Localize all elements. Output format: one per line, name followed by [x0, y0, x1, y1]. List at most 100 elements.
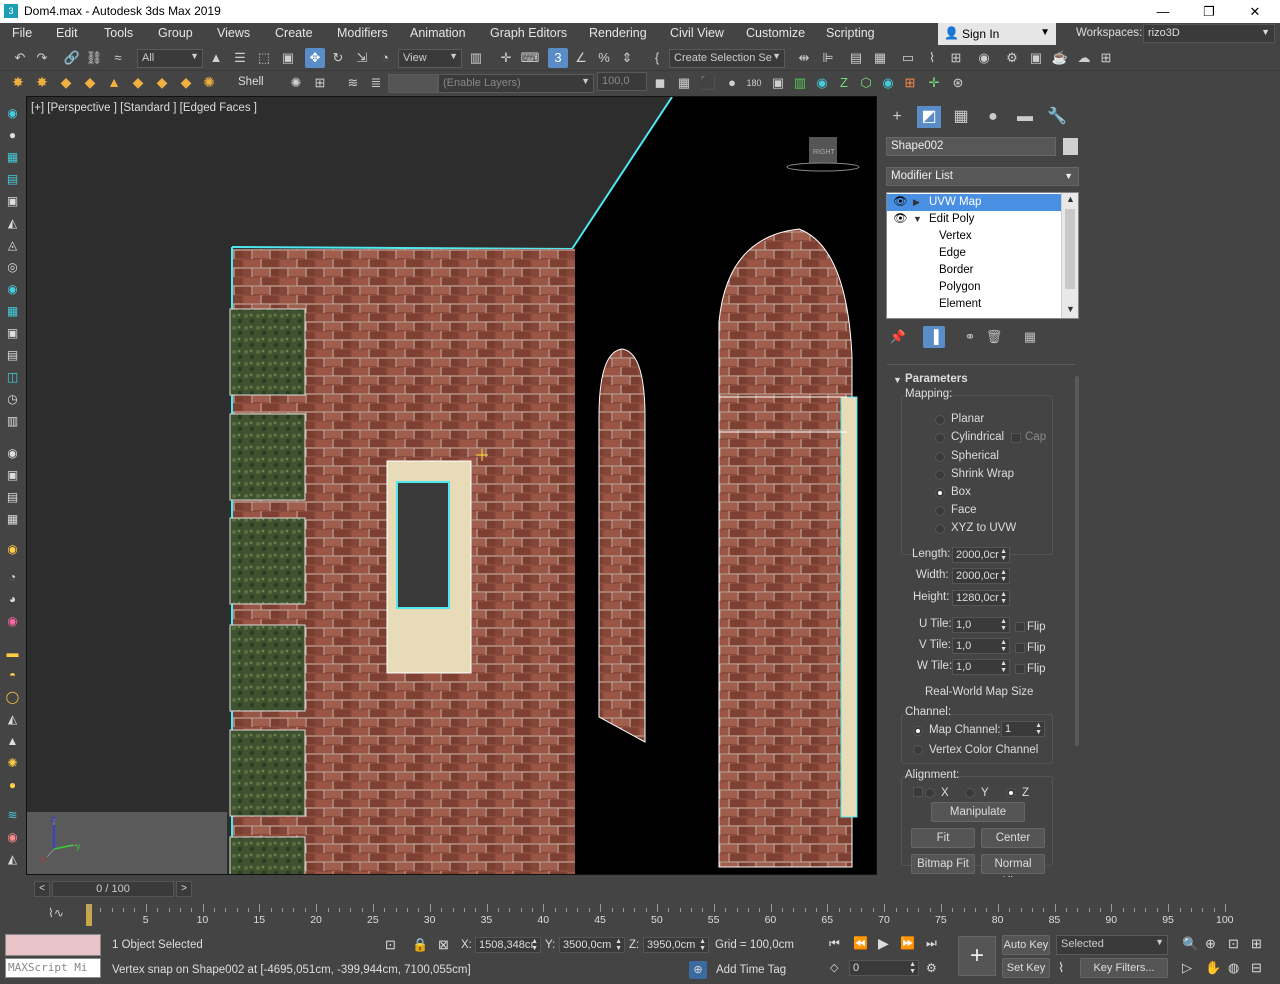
tool-icon[interactable]: ▦ [4, 149, 21, 166]
zoom-extents-all-icon[interactable]: ⊞ [1251, 936, 1262, 952]
perspective-viewport[interactable]: RIGHT z y x [+] [Perspective ] [Standard… [26, 96, 877, 875]
tool-icon[interactable]: ≋ [4, 807, 21, 824]
chevron-up-icon[interactable]: ▲ [1066, 194, 1075, 204]
display-tab[interactable]: ▬ [1013, 106, 1037, 128]
place-icon[interactable]: ◔ [375, 48, 395, 68]
y-coordinate-field[interactable]: 3500,0cm ▲ ▼ [559, 937, 625, 953]
key-mode-dropdown[interactable]: Selected ▼ [1056, 935, 1168, 955]
absolute-mode-icon[interactable]: ⊠ [438, 937, 449, 953]
spinner-arrows-icon[interactable]: ▲ ▼ [615, 938, 622, 952]
modeling-icon[interactable]: ✸ [9, 73, 27, 91]
stack-item-edit-poly[interactable]: 👁 ▼ Edit Poly [887, 211, 1061, 228]
radio-shrink-wrap[interactable] [935, 470, 945, 480]
next-key-icon[interactable]: ⏩ [900, 936, 915, 950]
spinner-arrows-icon[interactable]: ▲ ▼ [699, 938, 706, 952]
redo-icon[interactable]: ↷ [32, 48, 52, 68]
layer-manager-icon[interactable]: ≣ [366, 73, 386, 93]
object-name-field[interactable]: Shape002 [886, 137, 1056, 156]
center-button[interactable]: Center [981, 828, 1045, 848]
menu-civil-view[interactable]: Civil View [670, 26, 724, 40]
menu-graph-editors[interactable]: Graph Editors [490, 26, 567, 40]
expand-icon[interactable]: ▶ [913, 194, 920, 211]
maximize-icon[interactable]: ❐ [1186, 0, 1232, 23]
spinner-arrows-icon[interactable]: ▲ ▼ [1000, 639, 1007, 653]
percent-snap-icon[interactable]: % [594, 48, 614, 68]
render-cloud-icon[interactable]: ☁ [1074, 48, 1094, 68]
reference-coord-dropdown[interactable]: View ▼ [398, 49, 462, 68]
tool-icon[interactable]: ◉ [4, 829, 21, 846]
menu-tools[interactable]: Tools [104, 26, 133, 40]
tool-icon[interactable]: ● [4, 777, 21, 794]
create-tab[interactable]: + [885, 106, 909, 128]
zoom-all-icon[interactable]: ⊕ [1205, 936, 1216, 952]
stack-item-edge[interactable]: Edge [887, 245, 1061, 262]
named-selection-dropdown[interactable]: Create Selection Se ▼ [669, 49, 785, 68]
tool-icon[interactable]: ▣ [4, 467, 21, 484]
object-paint-icon[interactable]: ◆ [81, 73, 99, 91]
bind-space-warp-icon[interactable]: ≈ [108, 48, 128, 68]
tool-icon-11[interactable]: ◉ [878, 73, 898, 93]
maximize-viewport-icon[interactable]: ⊟ [1251, 960, 1262, 976]
spinner-snap-icon[interactable]: ⇕ [617, 48, 637, 68]
make-unique-icon[interactable]: ⚭ [959, 326, 981, 348]
unlink-icon[interactable]: ⛓ [84, 48, 104, 68]
current-frame-field[interactable]: 0 ▲ ▼ [849, 960, 919, 976]
modifier-stack[interactable]: 👁 ▶ UVW Map 👁 ▼ Edit Poly Vertex Edge Bo… [886, 192, 1079, 319]
maxscript-output[interactable] [5, 934, 101, 956]
spinner-arrows-icon[interactable]: ▲ ▼ [1000, 591, 1007, 605]
menu-scripting[interactable]: Scripting [826, 26, 875, 40]
align-icon[interactable]: ⊫ [818, 48, 838, 68]
go-to-end-icon[interactable]: ⏭ [926, 936, 937, 951]
scene-explorer-icon[interactable]: ▤ [846, 48, 866, 68]
menu-rendering[interactable]: Rendering [589, 26, 647, 40]
prev-key-icon[interactable]: ⏪ [853, 936, 868, 950]
tool-icon[interactable]: ▲ [4, 733, 21, 750]
utilities-tab[interactable]: 🔧 [1045, 106, 1069, 128]
tool-icon[interactable]: ◉ [4, 445, 21, 462]
manipulate-button[interactable]: Manipulate [931, 802, 1025, 822]
radio-box[interactable] [935, 488, 945, 498]
tool-icon-1[interactable]: ◼ [650, 73, 670, 93]
curve-editor-icon[interactable]: ⌇ [922, 48, 942, 68]
tool-icon-14[interactable]: ⊛ [948, 73, 968, 93]
modifier-list-dropdown[interactable]: Modifier List ▼ [886, 167, 1079, 186]
radio-align-z[interactable] [1006, 788, 1016, 798]
minimize-icon[interactable]: — [1140, 0, 1186, 23]
menu-create[interactable]: Create [275, 26, 313, 40]
radio-align-y[interactable] [965, 788, 975, 798]
keyboard-shortcut-icon[interactable]: ⌨ [520, 48, 540, 68]
spinner-arrows-icon[interactable]: ▲ ▼ [1000, 660, 1007, 674]
tool-icon[interactable]: ◷ [4, 391, 21, 408]
stack-item-uvw-map[interactable]: 👁 ▶ UVW Map [887, 194, 1061, 211]
tool-icon[interactable]: ◭ [4, 215, 21, 232]
snap-toggle-icon[interactable]: 3 [548, 48, 568, 68]
tool-icon[interactable]: ◭ [4, 851, 21, 868]
v-flip-checkbox[interactable] [1015, 643, 1025, 653]
fit-button[interactable]: Fit [911, 828, 975, 848]
motion-tab[interactable]: ● [981, 106, 1005, 128]
tool-icon[interactable]: ◉ [4, 105, 21, 122]
render-frame-icon[interactable]: ▣ [1026, 48, 1046, 68]
pan-icon[interactable]: ✋ [1205, 960, 1221, 976]
collapse-icon[interactable]: ▼ [913, 211, 922, 228]
stack-scrollbar[interactable]: ▲ ▼ [1061, 193, 1078, 318]
mirror-icon[interactable]: ⇹ [794, 48, 814, 68]
maxscript-input[interactable]: MAXScript Mi [5, 958, 101, 978]
tool-icon[interactable]: ▦ [4, 511, 21, 528]
spinner-arrows-icon[interactable]: ▲ ▼ [1035, 722, 1042, 736]
freeform-icon[interactable]: ✸ [33, 73, 51, 91]
tool-icon[interactable]: ✺ [4, 755, 21, 772]
zoom-extents-icon[interactable]: ⊡ [1228, 936, 1239, 952]
cap-checkbox[interactable] [1011, 433, 1021, 443]
bitmap-fit-button[interactable]: Bitmap Fit [911, 854, 975, 874]
key-mode-icon[interactable]: ◇ [830, 961, 838, 974]
play-icon[interactable]: ▶ [878, 935, 889, 952]
vtile-spinner[interactable]: 1,0 ▲ ▼ [952, 638, 1010, 654]
menu-views[interactable]: Views [217, 26, 250, 40]
radio-vertex-color[interactable] [913, 745, 923, 755]
tool-icon-2[interactable]: ▦ [674, 73, 694, 93]
tool-icon[interactable]: ● [4, 127, 21, 144]
undo-icon[interactable]: ↶ [10, 48, 30, 68]
modify-tab[interactable]: ◩ [917, 106, 941, 128]
stack-item-vertex[interactable]: Vertex [887, 228, 1061, 245]
